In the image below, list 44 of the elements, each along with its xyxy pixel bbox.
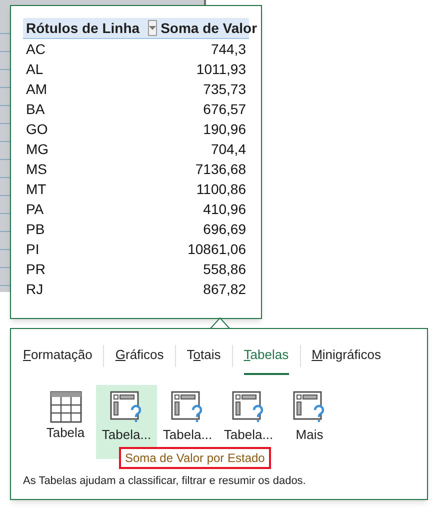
column-header: Rótulos de Linha — [26, 18, 140, 38]
row-label: PR — [26, 260, 46, 278]
description-text: As Tabelas ajudam a classificar, filtrar e resumir os dados. — [23, 474, 307, 488]
row-label: PI — [26, 240, 40, 258]
caret-icon — [148, 26, 156, 30]
row-label: PA — [26, 200, 44, 218]
row-label: MS — [26, 160, 47, 178]
value-cell-text: 10861,06 — [188, 240, 246, 258]
ribbon-tab[interactable]: Minigráficos — [312, 345, 381, 374]
row-label: GO — [26, 120, 48, 138]
value-cell-text: 744,3 — [210, 40, 246, 58]
tooltip: Soma de Valor por Estado — [119, 446, 271, 468]
value-cell-text: 1011,93 — [196, 60, 246, 78]
pivot-table-help-icon — [232, 390, 266, 424]
pivot-table-help-icon — [292, 390, 326, 424]
row-label: RJ — [26, 280, 44, 298]
value-cell-text: 735,73 — [203, 80, 246, 98]
table-grid-icon — [50, 390, 82, 422]
row-label: AL — [26, 60, 44, 78]
value-cell-text: 558,86 — [203, 260, 246, 278]
ribbon-tab[interactable]: Tabelas — [244, 345, 289, 374]
value-cell-text: 676,57 — [203, 100, 246, 118]
row-label: BA — [26, 100, 45, 118]
value-cell-text: 410,96 — [203, 200, 246, 218]
value-cell-text: 867,82 — [203, 280, 246, 298]
filter-dropdown-button[interactable] — [148, 20, 157, 36]
ribbon-tab[interactable]: Formatação — [23, 345, 92, 374]
column-header: Soma de Valor — [160, 18, 258, 38]
value-cell-text: 1100,86 — [196, 180, 246, 198]
analysis-option-button[interactable]: Tabela — [35, 384, 96, 458]
row-label: AC — [26, 40, 46, 58]
ribbon-tab[interactable]: Gráficos — [115, 345, 164, 374]
analysis-option-button[interactable]: Mais — [279, 384, 340, 458]
value-cell-text: 696,69 — [203, 220, 246, 238]
pivot-table-help-icon — [110, 390, 144, 424]
ribbon-tab[interactable]: Totais — [186, 345, 221, 374]
row-label: PB — [26, 220, 45, 238]
row-label: MG — [26, 140, 49, 158]
row-label: MT — [26, 180, 46, 198]
value-cell-text: 190,96 — [203, 120, 246, 138]
pivot-table-help-icon — [170, 390, 204, 424]
value-cell-text: 704,4 — [210, 140, 246, 158]
value-cell-text: 7136,68 — [195, 160, 246, 178]
row-label: AM — [26, 80, 47, 98]
